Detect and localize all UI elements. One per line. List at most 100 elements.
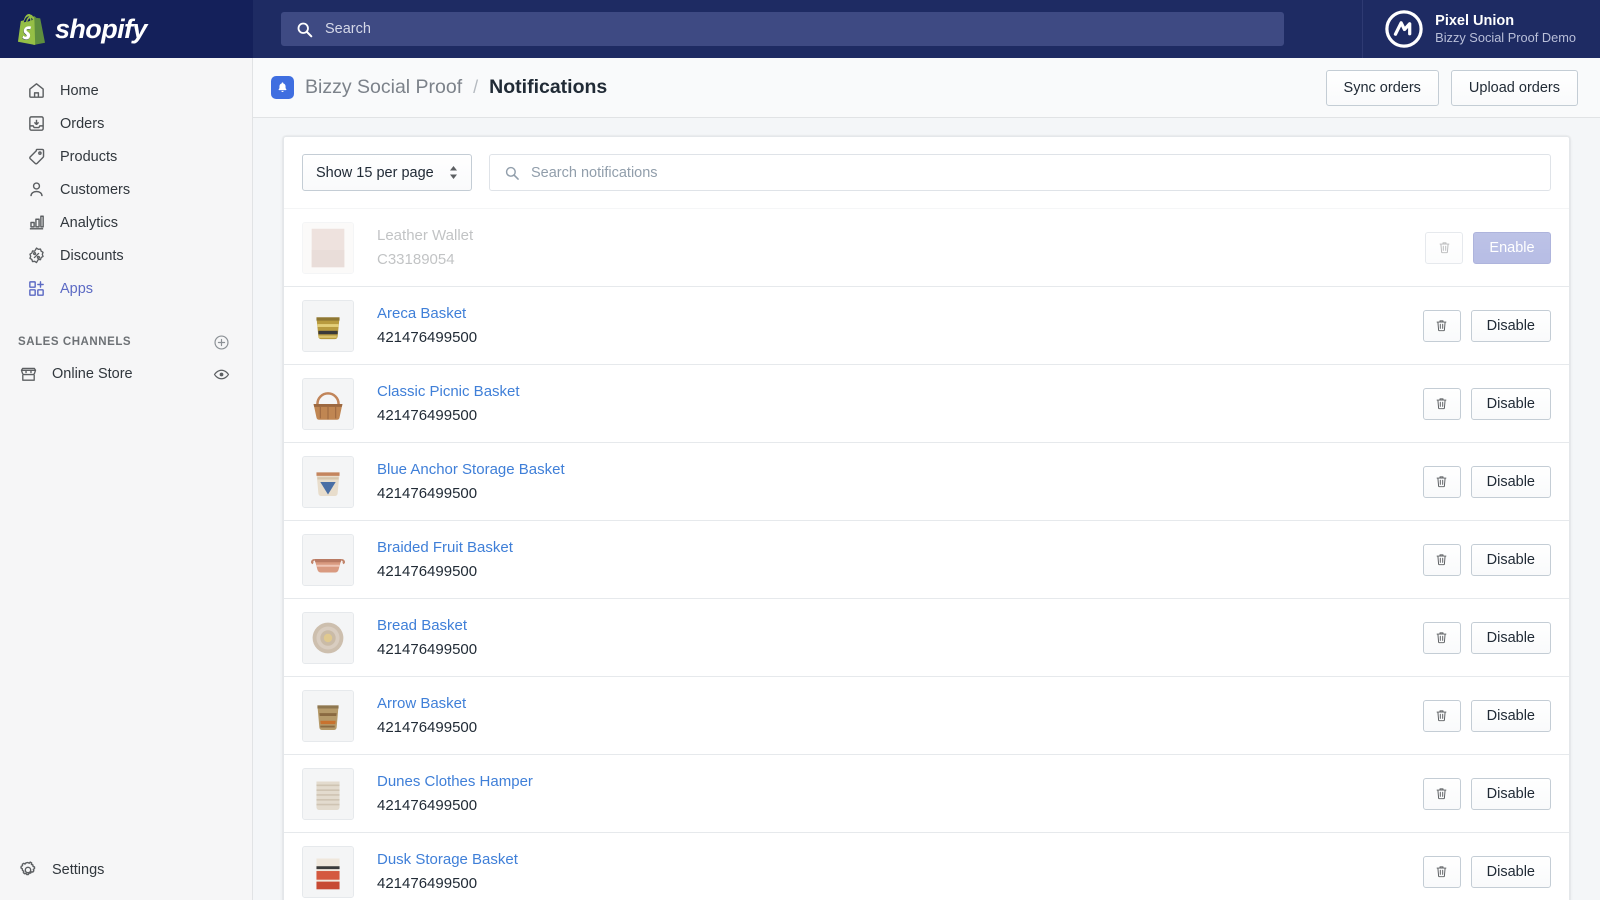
row-actions: Disable — [1422, 387, 1551, 420]
global-search-input[interactable]: Search — [281, 12, 1284, 46]
home-icon — [26, 81, 46, 101]
gear-icon — [18, 860, 38, 880]
toggle-notification-button[interactable]: Disable — [1470, 777, 1551, 810]
product-id: 421476499500 — [377, 406, 478, 424]
upload-orders-button[interactable]: Upload orders — [1450, 69, 1578, 106]
trash-icon — [1436, 320, 1447, 332]
search-icon — [297, 22, 313, 37]
product-thumbnail — [302, 533, 354, 586]
delete-notification-button[interactable] — [1422, 543, 1461, 576]
page-title: Notifications — [489, 76, 608, 98]
toggle-notification-button[interactable]: Disable — [1470, 387, 1551, 420]
sidebar-item-label: Settings — [52, 862, 105, 878]
trash-icon — [1436, 710, 1447, 722]
product-thumbnail — [302, 377, 354, 430]
product-name-link[interactable]: Arrow Basket — [377, 693, 1423, 715]
delete-notification-button[interactable] — [1422, 465, 1461, 498]
pixel-union-logo-icon — [1385, 10, 1423, 48]
row-actions: Disable — [1422, 543, 1551, 576]
per-page-select[interactable]: Show 15 per page — [302, 154, 472, 191]
sidebar-item-discounts[interactable]: Discounts — [8, 239, 244, 272]
product-name-link[interactable]: Leather Wallet — [377, 225, 1425, 247]
trash-icon — [1436, 554, 1447, 566]
product-id: 421476499500 — [377, 484, 478, 502]
global-search-wrap: Search — [253, 12, 1362, 46]
toggle-notification-button[interactable]: Disable — [1470, 543, 1551, 576]
product-id: 421476499500 — [377, 562, 478, 580]
delete-notification-button[interactable] — [1422, 387, 1461, 420]
product-name-link[interactable]: Areca Basket — [377, 303, 1423, 325]
customer-person-icon — [26, 180, 46, 200]
sidebar-item-label: Online Store — [52, 366, 133, 382]
breadcrumb-app-name[interactable]: Bizzy Social Proof — [305, 76, 462, 99]
sidebar-item-label: Orders — [60, 115, 105, 132]
sidebar-item-label: Customers — [60, 181, 131, 198]
row-actions: Disable — [1422, 621, 1551, 654]
global-search-placeholder: Search — [325, 21, 371, 37]
table-row: Leather Wallet C33189054 Enable — [284, 208, 1569, 286]
sidebar-item-analytics[interactable]: Analytics — [8, 206, 244, 239]
product-name-link[interactable]: Classic Picnic Basket — [377, 381, 1423, 403]
header-actions: Sync orders Upload orders — [1325, 69, 1578, 106]
sidebar-item-settings[interactable]: Settings — [0, 853, 253, 887]
row-actions: Disable — [1422, 855, 1551, 888]
account-menu[interactable]: Pixel Union Bizzy Social Proof Demo — [1362, 0, 1600, 58]
row-info: Blue Anchor Storage Basket 421476499500 — [377, 459, 1423, 505]
product-name-link[interactable]: Dunes Clothes Hamper — [377, 771, 1423, 793]
notifications-toolbar: Show 15 per page Search notifications — [284, 137, 1569, 208]
table-row: Classic Picnic Basket 421476499500 Disable — [284, 364, 1569, 442]
product-thumbnail — [302, 689, 354, 742]
product-name-link[interactable]: Braided Fruit Basket — [377, 537, 1423, 559]
sidebar-item-online-store[interactable]: Online Store — [0, 357, 252, 391]
row-actions: Disable — [1422, 465, 1551, 498]
eye-icon[interactable] — [213, 366, 230, 383]
trash-icon — [1436, 788, 1447, 800]
product-thumbnail — [302, 767, 354, 820]
sidebar-item-orders[interactable]: Orders — [8, 107, 244, 140]
product-id: C33189054 — [377, 250, 455, 268]
product-id: 421476499500 — [377, 874, 478, 892]
toggle-notification-button[interactable]: Enable — [1473, 231, 1551, 264]
product-id: 421476499500 — [377, 796, 478, 814]
shopify-admin-app: shopify Search Pixel Union Bizzy Social … — [0, 0, 1600, 900]
sync-orders-button[interactable]: Sync orders — [1325, 69, 1439, 106]
product-id: 421476499500 — [377, 328, 478, 346]
sidebar-item-apps[interactable]: Apps — [8, 272, 244, 305]
product-name-link[interactable]: Dusk Storage Basket — [377, 849, 1423, 871]
table-row: Dusk Storage Basket 421476499500 Disable — [284, 832, 1569, 900]
sidebar-item-label: Products — [60, 148, 118, 165]
delete-notification-button[interactable] — [1425, 231, 1463, 264]
per-page-label: Show 15 per page — [316, 164, 434, 181]
plus-circle-icon[interactable] — [213, 334, 230, 351]
table-row: Dunes Clothes Hamper 421476499500 Disable — [284, 754, 1569, 832]
sidebar-item-customers[interactable]: Customers — [8, 173, 244, 206]
sidebar-item-label: Home — [60, 82, 99, 99]
sales-channels-title: SALES CHANNELS — [18, 336, 132, 348]
toggle-notification-button[interactable]: Disable — [1470, 309, 1551, 342]
row-info: Dusk Storage Basket 421476499500 — [377, 849, 1423, 895]
search-notifications-input[interactable]: Search notifications — [489, 154, 1551, 191]
product-name-link[interactable]: Bread Basket — [377, 615, 1423, 637]
bell-app-icon[interactable] — [271, 76, 294, 99]
sidebar-item-label: Analytics — [60, 214, 119, 231]
toggle-notification-button[interactable]: Disable — [1470, 855, 1551, 888]
toggle-notification-button[interactable]: Disable — [1470, 621, 1551, 654]
delete-notification-button[interactable] — [1422, 777, 1461, 810]
breadcrumb-separator: / — [473, 77, 479, 97]
delete-notification-button[interactable] — [1422, 855, 1461, 888]
sidebar-item-home[interactable]: Home — [8, 74, 244, 107]
delete-notification-button[interactable] — [1422, 621, 1461, 654]
account-name: Pixel Union — [1435, 12, 1515, 29]
toggle-notification-button[interactable]: Disable — [1470, 465, 1551, 498]
trash-icon — [1436, 632, 1447, 644]
delete-notification-button[interactable] — [1422, 699, 1461, 732]
shopify-logo[interactable]: shopify — [0, 0, 253, 58]
sidebar-item-products[interactable]: Products — [8, 140, 244, 173]
search-notifications-placeholder: Search notifications — [531, 164, 658, 181]
table-row: Braided Fruit Basket 421476499500 Disable — [284, 520, 1569, 598]
toggle-notification-button[interactable]: Disable — [1470, 699, 1551, 732]
table-row: Areca Basket 421476499500 Disable — [284, 286, 1569, 364]
product-id: 421476499500 — [377, 718, 478, 736]
product-name-link[interactable]: Blue Anchor Storage Basket — [377, 459, 1423, 481]
delete-notification-button[interactable] — [1422, 309, 1461, 342]
